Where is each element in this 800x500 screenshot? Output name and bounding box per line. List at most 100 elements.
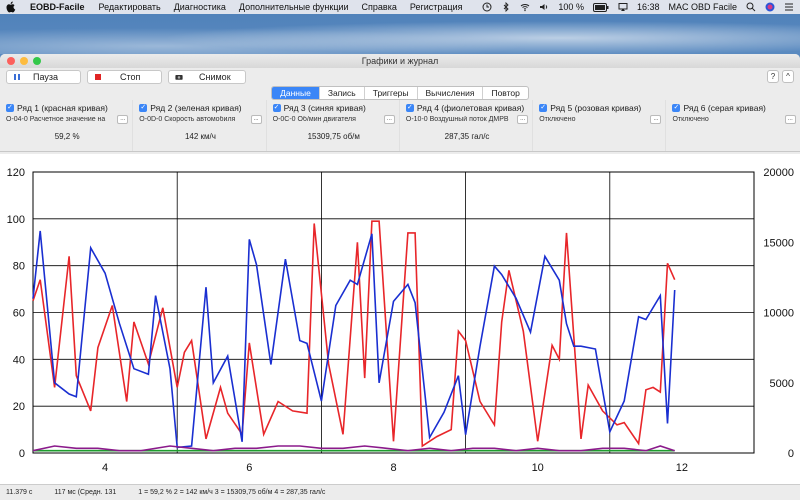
series-3: ✓ Ряд 3 (синяя кривая) О-0C-0 Об/мин двиг…	[267, 100, 400, 151]
app-menu[interactable]: EOBD-Facile	[30, 2, 85, 12]
series-2-value: 142 км/ч	[184, 132, 216, 141]
series-3-param: О-0C-0 Об/мин двигателя	[272, 116, 356, 123]
line-chart[interactable]: 0 20 40 60 80 100 120 0 5000 10000 15000 20000 4 6 8 10…	[0, 154, 800, 484]
menu-diagnostics[interactable]: Диагностика	[174, 2, 226, 12]
user-menu[interactable]: MAC OBD Facile	[668, 2, 737, 12]
y-left-tick-label: 120	[7, 167, 25, 179]
series-6-checkbox[interactable]: ✓	[672, 103, 681, 112]
series-5-checkbox[interactable]: ✓	[539, 103, 548, 112]
series-6-param: Отключено	[672, 116, 709, 123]
tab-replay[interactable]: Повтор	[483, 87, 527, 99]
x-tick-label: 12	[676, 462, 688, 474]
stop-label: Стоп	[120, 72, 141, 82]
window-titlebar[interactable]: Графики и журнал	[0, 54, 800, 68]
series-1-checkbox[interactable]: ✓	[6, 103, 14, 112]
y-right-tick-label: 5000	[770, 378, 794, 390]
series-1-param: О-04-0 Расчетное значение на	[6, 116, 106, 123]
airplay-icon[interactable]	[618, 2, 628, 12]
series-1-label: Ряд 1 (красная кривая)	[17, 102, 108, 113]
series-3-select-button[interactable]: ...	[383, 115, 395, 124]
series-4-label: Ряд 4 (фиолетовая кривая)	[416, 102, 525, 113]
series-4-checkbox[interactable]: ✓	[405, 103, 414, 112]
snapshot-button[interactable]: Снимок	[168, 70, 246, 84]
graphs-window: Графики и журнал Пауза Стоп Снимок ? ^ Д…	[0, 54, 800, 500]
collapse-button[interactable]: ^	[782, 70, 794, 83]
x-tick-label: 6	[246, 462, 252, 474]
tab-data[interactable]: Данные	[272, 87, 320, 99]
siri-icon[interactable]	[765, 2, 775, 12]
menu-extra-functions[interactable]: Дополнительные функции	[239, 2, 349, 12]
y-left-tick-label: 0	[19, 448, 25, 460]
series-3-value: 15309,75 об/м	[307, 132, 360, 141]
series-5-select-button[interactable]: ...	[650, 115, 662, 124]
menu-registration[interactable]: Регистрация	[410, 2, 463, 12]
snapshot-label: Снимок	[199, 72, 231, 82]
series-3-label: Ряд 3 (синяя кривая)	[283, 102, 366, 113]
pause-label: Пауза	[33, 72, 59, 82]
tab-calculations[interactable]: Вычисления	[418, 87, 484, 99]
series-6: ✓ Ряд 6 (серая кривая) Отключено ...	[666, 100, 799, 151]
stop-icon	[95, 74, 101, 80]
bluetooth-icon[interactable]	[501, 2, 511, 12]
y-right-tick-label: 0	[788, 448, 794, 460]
y-right-tick-label: 15000	[763, 237, 794, 249]
tab-triggers[interactable]: Триггеры	[365, 87, 418, 99]
series-3-checkbox[interactable]: ✓	[272, 103, 281, 112]
series-1-value: 59,2 %	[54, 132, 80, 141]
series-2-label: Ряд 2 (зеленая кривая)	[150, 102, 242, 113]
chart-area[interactable]: 0 20 40 60 80 100 120 0 5000 10000 15000 20000 4 6 8 10…	[0, 154, 800, 484]
series-4-select-button[interactable]: ...	[517, 115, 529, 124]
pause-button[interactable]: Пауза	[6, 70, 81, 84]
series-4: ✓ Ряд 4 (фиолетовая кривая) О-10-0 Воздуш…	[400, 100, 534, 151]
menu-edit[interactable]: Редактировать	[99, 2, 161, 12]
series-panel: ✓ Ряд 1 (красная кривая) О-04-0 Расчетное…	[0, 100, 800, 152]
series-6-label: Ряд 6 (серая кривая)	[683, 102, 766, 113]
search-icon[interactable]	[746, 2, 756, 12]
tab-bar: Данные Запись Триггеры Вычисления Повтор	[0, 86, 800, 100]
series-4-value: 287,35 гал/с	[444, 132, 490, 141]
series-5: ✓ Ряд 5 (розовая кривая) Отключено ...	[533, 100, 667, 151]
apple-icon[interactable]	[6, 1, 16, 13]
close-window-button[interactable]	[7, 57, 15, 65]
battery-percent: 100 %	[558, 2, 584, 12]
y-left-tick-label: 80	[13, 261, 25, 273]
minimize-window-button[interactable]	[20, 57, 28, 65]
maximize-window-button[interactable]	[33, 57, 41, 65]
y-right-tick-label: 20000	[763, 167, 794, 179]
notification-center-icon[interactable]	[784, 2, 794, 12]
camera-icon	[175, 75, 183, 80]
tab-record[interactable]: Запись	[320, 87, 365, 99]
y-left-tick-label: 100	[7, 214, 25, 226]
help-button[interactable]: ?	[767, 70, 779, 83]
series-1: ✓ Ряд 1 (красная кривая) О-04-0 Расчетное…	[0, 100, 134, 151]
series-6-select-button[interactable]: ...	[784, 115, 796, 124]
series-2-select-button[interactable]: ...	[250, 115, 262, 124]
series-2-param: О-0D-0 Скорость автомобиля	[139, 116, 236, 123]
status-sample-interval: 117 мс (Средн. 131	[54, 489, 117, 496]
menu-help[interactable]: Справка	[362, 2, 397, 12]
x-tick-label: 4	[102, 462, 108, 474]
status-readout: 1 = 59,2 % 2 = 142 км/ч 3 = 15309,75 об/…	[138, 489, 326, 496]
series-4-param: О-10-0 Воздушный поток ДМРВ	[405, 116, 509, 123]
series-1-select-button[interactable]: ...	[117, 115, 129, 124]
x-tick-label: 10	[532, 462, 544, 474]
toolbar: Пауза Стоп Снимок ? ^	[0, 68, 800, 86]
battery-icon[interactable]	[592, 2, 609, 12]
series-5-param: Отключено	[539, 116, 576, 123]
wifi-icon[interactable]	[520, 2, 530, 12]
series-5-label: Ряд 5 (розовая кривая)	[550, 102, 642, 113]
x-tick-label: 8	[390, 462, 396, 474]
time-machine-icon[interactable]	[482, 2, 492, 12]
status-time: 11.379 с	[6, 489, 33, 496]
series-2: ✓ Ряд 2 (зеленая кривая) О-0D-0 Скорость …	[133, 100, 267, 151]
volume-icon[interactable]	[539, 2, 549, 12]
y-right-tick-label: 10000	[763, 308, 794, 320]
series-2-checkbox[interactable]: ✓	[139, 103, 148, 112]
y-left-tick-label: 20	[13, 401, 25, 413]
clock[interactable]: 16:38	[637, 2, 660, 12]
desktop-background	[0, 14, 800, 54]
window-title: Графики и журнал	[361, 56, 439, 66]
stop-button[interactable]: Стоп	[87, 70, 162, 84]
y-left-tick-label: 60	[13, 308, 25, 320]
status-bar: 11.379 с 117 мс (Средн. 131 1 = 59,2 % 2…	[0, 484, 800, 500]
